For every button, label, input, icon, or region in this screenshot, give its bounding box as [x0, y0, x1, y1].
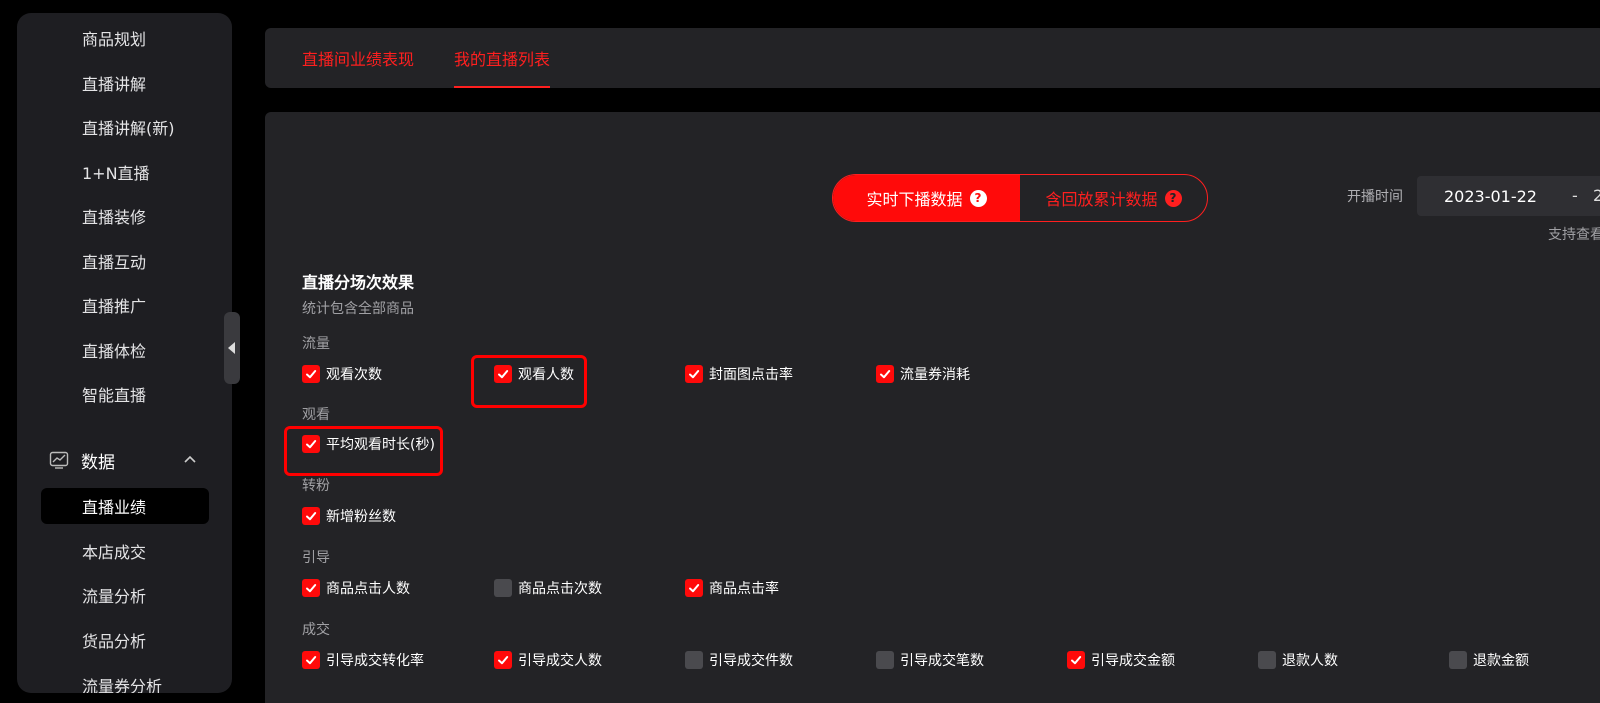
group-label-traffic: 流量 — [302, 336, 330, 352]
help-icon[interactable]: ? — [969, 189, 987, 207]
checkbox-unchecked-icon — [876, 651, 894, 669]
section-subtitle: 统计包含全部商品 — [302, 301, 414, 317]
section-title: 直播分场次效果 — [302, 273, 415, 292]
sidebar: 商品规划 直播讲解 直播讲解(新) 1+N直播 直播装修 直播互动 直播推广 直… — [17, 13, 232, 693]
date-label: 开播时间 — [1347, 189, 1403, 205]
checkbox-deal-amount[interactable]: 引导成交金额 — [1067, 649, 1175, 671]
help-icon[interactable]: ? — [1164, 189, 1182, 207]
tab-bar: 直播间业绩表现 我的直播列表 — [265, 28, 1600, 88]
checkbox-refund-users[interactable]: 退款人数 — [1258, 649, 1338, 671]
realtime-data-label: 实时下播数据 — [866, 190, 963, 209]
tab-live-performance[interactable]: 直播间业绩表现 — [302, 28, 414, 88]
checkbox-deal-items[interactable]: 引导成交件数 — [685, 649, 793, 671]
sidebar-item-live-promotion[interactable]: 直播推广 — [17, 287, 232, 323]
checkbox-product-ctr[interactable]: 商品点击率 — [685, 577, 779, 599]
checkbox-checked-icon — [302, 579, 320, 597]
checkbox-deal-orders[interactable]: 引导成交笔数 — [876, 649, 984, 671]
sidebar-item-smart-live[interactable]: 智能直播 — [17, 376, 232, 412]
tab-my-live-list[interactable]: 我的直播列表 — [454, 28, 551, 88]
sidebar-item-traffic-analysis[interactable]: 流量分析 — [17, 577, 232, 613]
date-hint: 支持查看 — [1548, 227, 1600, 243]
realtime-data-button[interactable]: 实时下播数据 ? — [833, 175, 1020, 221]
sidebar-item-store-deals[interactable]: 本店成交 — [17, 533, 232, 569]
chart-icon — [49, 451, 69, 469]
checkbox-view-count[interactable]: 观看次数 — [302, 363, 382, 385]
checkbox-unchecked-icon — [1258, 651, 1276, 669]
checkbox-checked-icon — [685, 579, 703, 597]
checkbox-deal-conversion[interactable]: 引导成交转化率 — [302, 649, 424, 671]
checkbox-new-fans[interactable]: 新增粉丝数 — [302, 505, 396, 527]
highlight-box — [471, 355, 587, 408]
sidebar-item-live-explain-new[interactable]: 直播讲解(新) — [17, 109, 232, 145]
sidebar-item-product-planning[interactable]: 商品规划 — [17, 20, 232, 56]
checkbox-product-click-users[interactable]: 商品点击人数 — [302, 577, 410, 599]
group-label-fans: 转粉 — [302, 478, 330, 494]
checkbox-unchecked-icon — [1449, 651, 1467, 669]
checkbox-checked-icon — [302, 651, 320, 669]
sidebar-item-live-decoration[interactable]: 直播装修 — [17, 198, 232, 234]
sidebar-item-live-interaction[interactable]: 直播互动 — [17, 243, 232, 279]
checkbox-checked-icon — [1067, 651, 1085, 669]
end-date-partial: 2 — [1593, 186, 1600, 205]
checkbox-refund-amount[interactable]: 退款金额 — [1449, 649, 1529, 671]
checkbox-checked-icon — [302, 365, 320, 383]
chevron-up-icon — [184, 455, 196, 463]
checkbox-checked-icon — [302, 507, 320, 525]
checkbox-unchecked-icon — [685, 651, 703, 669]
start-date: 2023-01-22 — [1444, 186, 1537, 206]
sidebar-group-label: 数据 — [81, 452, 115, 473]
group-label-guide: 引导 — [302, 550, 330, 566]
sidebar-collapse-handle[interactable] — [224, 312, 240, 384]
sidebar-item-live-explain[interactable]: 直播讲解 — [17, 65, 232, 101]
cumulative-data-label: 含回放累计数据 — [1045, 190, 1158, 209]
sidebar-group-data[interactable]: 数据 — [17, 440, 232, 480]
group-label-watch: 观看 — [302, 407, 330, 423]
checkbox-deal-users[interactable]: 引导成交人数 — [494, 649, 602, 671]
data-mode-toggle: 实时下播数据 ? 含回放累计数据 ? — [832, 174, 1208, 222]
sidebar-item-goods-analysis[interactable]: 货品分析 — [17, 622, 232, 658]
sidebar-item-live-checkup[interactable]: 直播体检 — [17, 332, 232, 368]
checkbox-product-click-times[interactable]: 商品点击次数 — [494, 577, 602, 599]
sidebar-item-coupon-analysis[interactable]: 流量券分析 — [17, 667, 232, 693]
group-label-deal: 成交 — [302, 622, 330, 638]
checkbox-cover-ctr[interactable]: 封面图点击率 — [685, 363, 793, 385]
sidebar-item-1n-live[interactable]: 1+N直播 — [17, 154, 232, 190]
main-panel: 实时下播数据 ? 含回放累计数据 ? 开播时间 2023-01-22 - 2 支… — [265, 112, 1600, 703]
cumulative-data-button[interactable]: 含回放累计数据 ? — [1020, 175, 1207, 221]
highlight-box — [284, 426, 443, 476]
checkbox-checked-icon — [876, 365, 894, 383]
checkbox-checked-icon — [494, 651, 512, 669]
checkbox-unchecked-icon — [494, 579, 512, 597]
checkbox-checked-icon — [685, 365, 703, 383]
date-separator: - 2 — [1572, 186, 1600, 205]
sidebar-item-live-performance[interactable]: 直播业绩 — [41, 488, 209, 524]
checkbox-coupon-cost[interactable]: 流量券消耗 — [876, 363, 970, 385]
caret-left-icon — [228, 342, 235, 354]
